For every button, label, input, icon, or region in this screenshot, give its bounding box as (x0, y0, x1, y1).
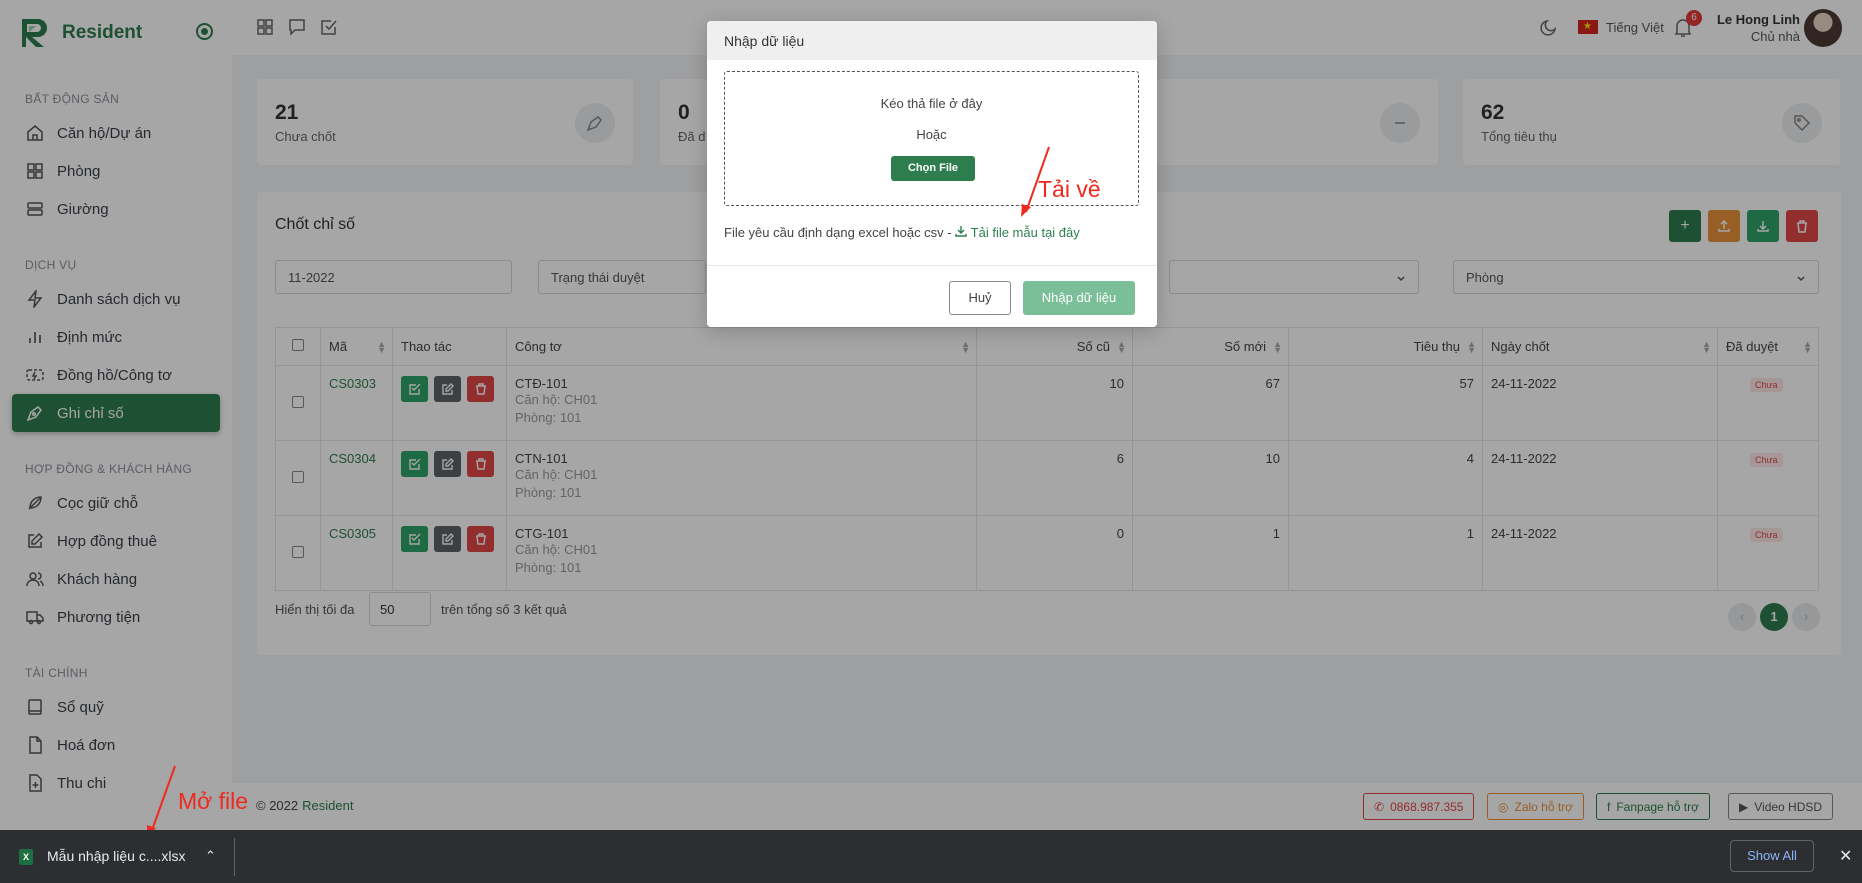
downloaded-file-name[interactable]: Mẫu nhập liệu c....xlsx (47, 848, 186, 864)
download-bar: X Mẫu nhập liệu c....xlsx ⌃ Show All ✕ (0, 830, 1862, 883)
close-icon[interactable]: ✕ (1839, 846, 1852, 866)
download-annotation: Tải về (1038, 176, 1101, 202)
show-all-container: Show All (1730, 840, 1844, 872)
annotation-arrows (147, 146, 1050, 838)
open-file-annotation: Mở file (178, 788, 249, 814)
excel-file-icon: X (19, 849, 33, 865)
download-bar-divider (234, 838, 235, 876)
show-all-button[interactable]: Show All (1730, 840, 1814, 872)
chevron-up-icon[interactable]: ⌃ (205, 848, 216, 864)
